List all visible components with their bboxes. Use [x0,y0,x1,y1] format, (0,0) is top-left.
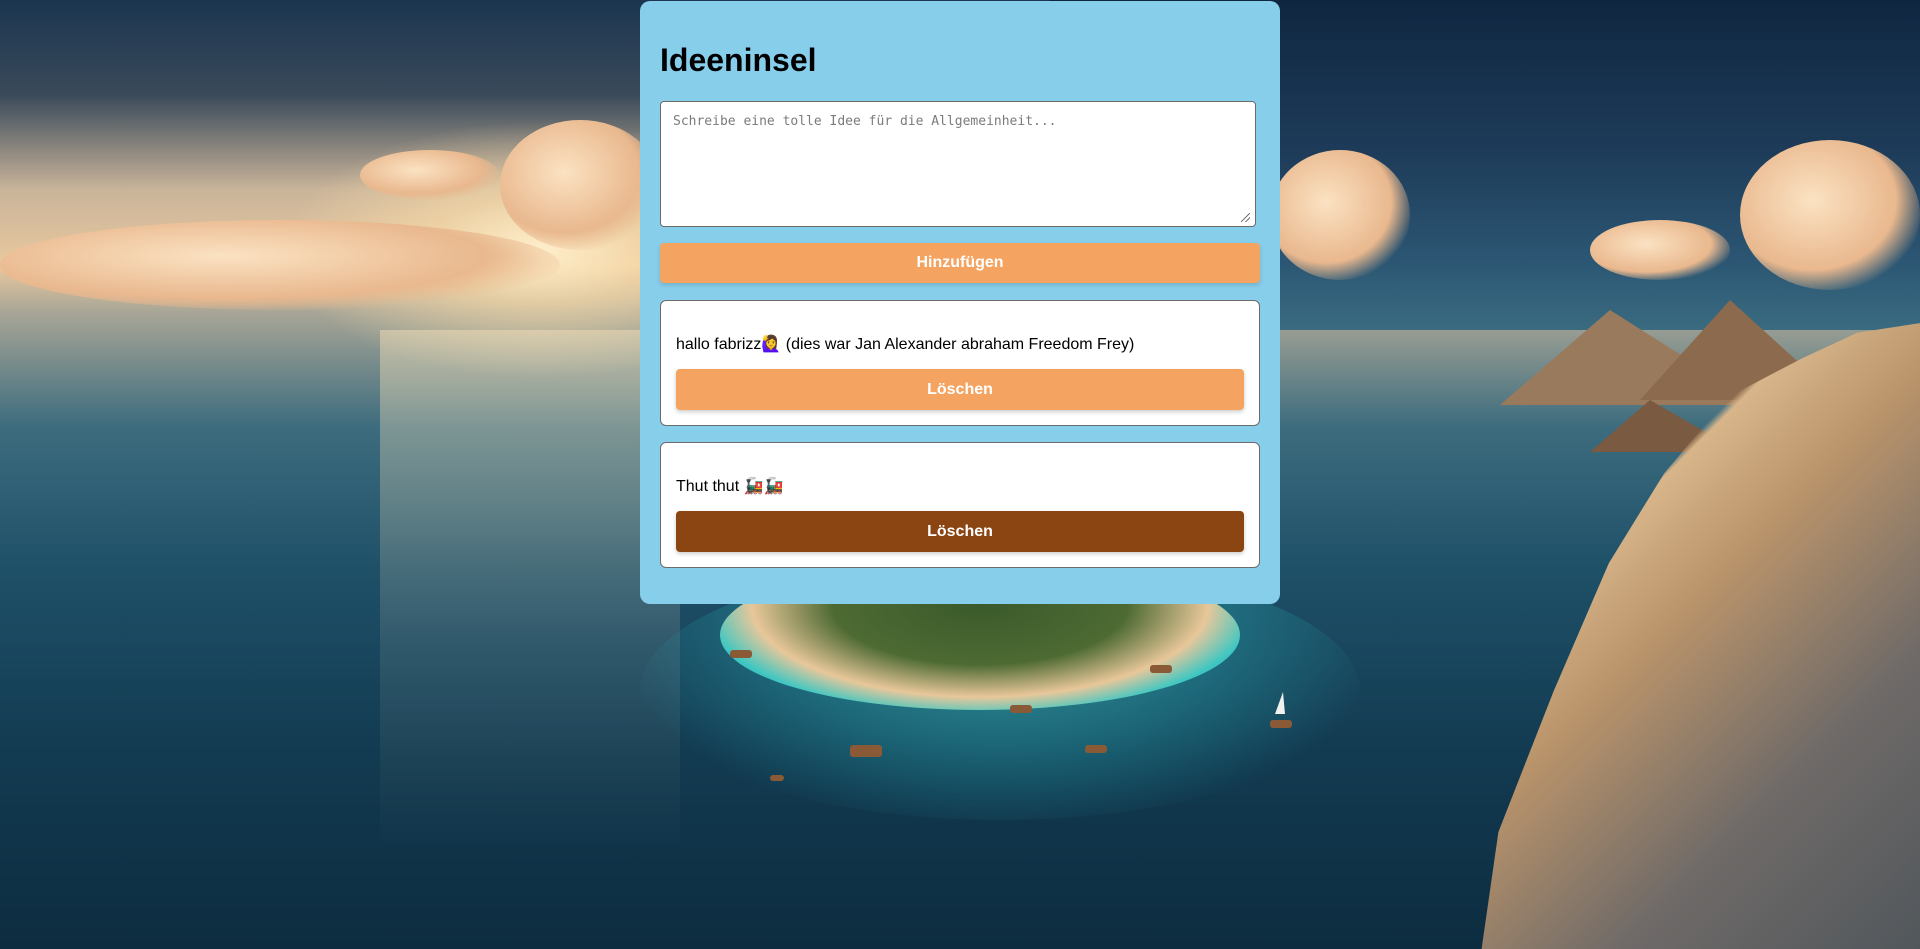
boat [730,650,752,658]
sailboat [1275,692,1285,714]
boat [850,745,882,757]
boat [770,775,784,781]
sea-reflection [380,330,680,850]
idea-card: hallo fabrizz🙋‍♀️ (dies war Jan Alexande… [660,300,1260,426]
delete-idea-button[interactable]: Löschen [676,369,1244,410]
cloud [360,150,500,200]
cloud [1590,220,1730,280]
boat [1085,745,1107,753]
boat [1270,720,1292,728]
idea-card: Thut thut 🚂🚂 Löschen [660,442,1260,568]
idea-text: Thut thut 🚂🚂 [676,478,784,495]
cloud [0,220,560,310]
boat [1010,705,1032,713]
page-title: Ideeninsel [660,42,817,78]
idea-text: hallo fabrizz🙋‍♀️ (dies war Jan Alexande… [676,336,1135,353]
ideas-panel: Ideeninsel Hinzufügen hallo fabrizz🙋‍♀️ … [640,1,1280,604]
cloud [1270,150,1410,280]
boat [1150,665,1172,673]
resize-grip-icon[interactable] [1241,213,1250,222]
cloud [1740,140,1920,290]
background-landscape-image: Ideeninsel Hinzufügen hallo fabrizz🙋‍♀️ … [0,0,1920,949]
add-idea-button[interactable]: Hinzufügen [660,243,1260,283]
cloud [500,120,660,250]
idea-input[interactable] [660,101,1256,227]
delete-idea-button[interactable]: Löschen [676,511,1244,552]
